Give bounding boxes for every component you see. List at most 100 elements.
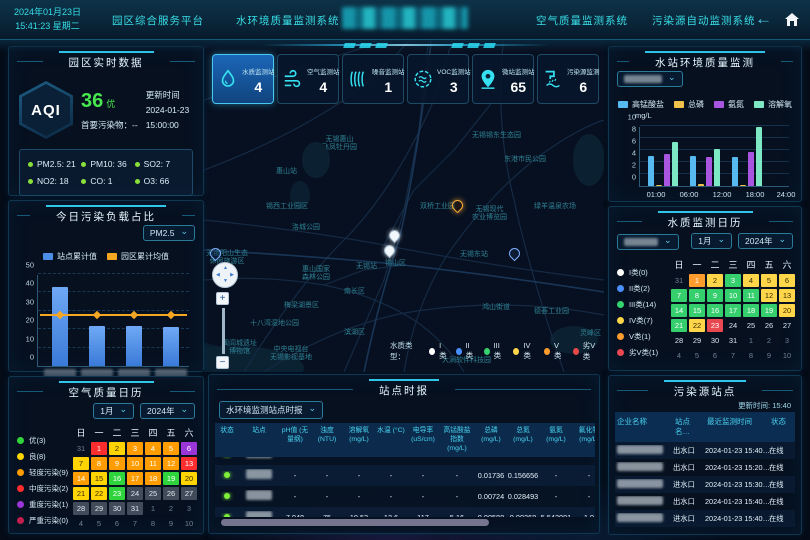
calendar-day[interactable]: 10 (127, 457, 143, 470)
calendar-day[interactable]: 5 (91, 517, 107, 530)
back-icon[interactable]: ← (755, 8, 772, 30)
calendar-day[interactable]: 19 (761, 304, 777, 317)
calendar-day[interactable]: 7 (73, 457, 89, 470)
bar[interactable] (698, 184, 704, 186)
calendar-day[interactable]: 18 (145, 472, 161, 485)
calendar-day[interactable]: 8 (743, 349, 759, 362)
calendar-day[interactable]: 2 (163, 502, 179, 515)
station-filter-button[interactable]: VOC监测站3 (407, 54, 469, 104)
map-pan-control[interactable]: ▲▼ ◀▶ (212, 262, 238, 288)
calendar-day[interactable]: 21 (73, 487, 89, 500)
calendar-day[interactable]: 9 (109, 457, 125, 470)
calendar-day[interactable]: 28 (671, 334, 687, 347)
nav-item-platform[interactable]: 园区综合服务平台 (112, 13, 204, 28)
calendar-day[interactable]: 13 (181, 457, 197, 470)
home-icon[interactable] (784, 12, 800, 27)
calendar-day[interactable]: 7 (671, 289, 687, 302)
calendar-day[interactable]: 15 (91, 472, 107, 485)
calendar-day[interactable]: 24 (725, 319, 741, 332)
calendar-day[interactable]: 6 (181, 442, 197, 455)
calendar-day[interactable]: 1 (743, 334, 759, 347)
station-select[interactable] (617, 71, 683, 87)
calendar-day[interactable]: 11 (145, 457, 161, 470)
bar[interactable] (163, 327, 179, 366)
bar[interactable] (664, 154, 670, 186)
calendar-day[interactable]: 23 (109, 487, 125, 500)
calendar-day[interactable]: 11 (743, 289, 759, 302)
calendar-day[interactable]: 30 (707, 334, 723, 347)
calendar-day[interactable]: 2 (109, 442, 125, 455)
calendar-day[interactable]: 10 (779, 349, 795, 362)
calendar-day[interactable]: 26 (761, 319, 777, 332)
bar[interactable] (732, 157, 738, 186)
calendar-day[interactable]: 23 (707, 319, 723, 332)
pollutant-select[interactable]: PM2.5 (143, 225, 195, 241)
calendar-day[interactable]: 6 (109, 517, 125, 530)
calendar-day[interactable]: 29 (91, 502, 107, 515)
station-filter-button[interactable]: 空气监测站4 (277, 54, 339, 104)
calendar-day[interactable]: 3 (725, 274, 741, 287)
calendar-day[interactable]: 30 (109, 502, 125, 515)
calendar-day[interactable]: 17 (725, 304, 741, 317)
calendar-day[interactable]: 29 (689, 334, 705, 347)
calendar-day[interactable]: 12 (761, 289, 777, 302)
calendar-day[interactable]: 1 (91, 442, 107, 455)
month-select[interactable]: 1月 (691, 233, 732, 249)
year-select[interactable]: 2024年 (738, 233, 793, 249)
calendar-day[interactable]: 25 (145, 487, 161, 500)
calendar-day[interactable]: 9 (163, 517, 179, 530)
calendar-day[interactable]: 2 (761, 334, 777, 347)
calendar-day[interactable]: 4 (145, 442, 161, 455)
calendar-day[interactable]: 25 (743, 319, 759, 332)
calendar-day[interactable]: 31 (127, 502, 143, 515)
calendar-day[interactable]: 4 (743, 274, 759, 287)
nav-item-water-system[interactable]: 水环境质量监测系统 (236, 13, 340, 28)
station-filter-button[interactable]: 污染源监测6 (537, 54, 599, 104)
calendar-day[interactable]: 7 (127, 517, 143, 530)
calendar-day[interactable]: 10 (181, 517, 197, 530)
calendar-day[interactable]: 31 (725, 334, 741, 347)
bar[interactable] (126, 326, 142, 366)
calendar-day[interactable]: 20 (181, 472, 197, 485)
horizontal-scrollbar[interactable] (221, 519, 489, 526)
calendar-day[interactable]: 7 (725, 349, 741, 362)
calendar-day[interactable]: 8 (145, 517, 161, 530)
station-filter-button[interactable]: 噪音监测站1 (342, 54, 404, 104)
calendar-day[interactable]: 21 (671, 319, 687, 332)
bar[interactable] (714, 149, 720, 186)
bar[interactable] (672, 142, 678, 186)
calendar-day[interactable]: 9 (707, 289, 723, 302)
zoom-slider[interactable] (222, 308, 225, 354)
calendar-day[interactable]: 22 (91, 487, 107, 500)
bar[interactable] (748, 152, 754, 186)
calendar-day[interactable]: 27 (779, 319, 795, 332)
bar[interactable] (89, 326, 105, 366)
calendar-day[interactable]: 16 (707, 304, 723, 317)
calendar-day[interactable]: 1 (145, 502, 161, 515)
calendar-day[interactable]: 4 (73, 517, 89, 530)
calendar-day[interactable]: 19 (163, 472, 179, 485)
station-filter-button[interactable]: 微站监测站65 (472, 54, 534, 104)
calendar-day[interactable]: 4 (671, 349, 687, 362)
calendar-day[interactable]: 28 (73, 502, 89, 515)
bar[interactable] (740, 185, 746, 187)
calendar-day[interactable]: 8 (689, 289, 705, 302)
calendar-day[interactable]: 10 (725, 289, 741, 302)
calendar-day[interactable]: 22 (689, 319, 705, 332)
calendar-day[interactable]: 31 (73, 442, 89, 455)
calendar-day[interactable]: 5 (689, 349, 705, 362)
calendar-day[interactable]: 3 (181, 502, 197, 515)
calendar-day[interactable]: 6 (707, 349, 723, 362)
calendar-day[interactable]: 5 (761, 274, 777, 287)
calendar-day[interactable]: 16 (109, 472, 125, 485)
report-type-select[interactable]: 水环境监测站点时报 (219, 401, 323, 419)
calendar-day[interactable]: 20 (779, 304, 795, 317)
calendar-day[interactable]: 26 (163, 487, 179, 500)
calendar-day[interactable]: 18 (743, 304, 759, 317)
month-select[interactable]: 1月 (93, 403, 134, 419)
station-filter-button[interactable]: 水质监测站4 (212, 54, 274, 104)
calendar-day[interactable]: 8 (91, 457, 107, 470)
calendar-day[interactable]: 1 (689, 274, 705, 287)
calendar-day[interactable]: 13 (779, 289, 795, 302)
bar[interactable] (656, 185, 662, 187)
